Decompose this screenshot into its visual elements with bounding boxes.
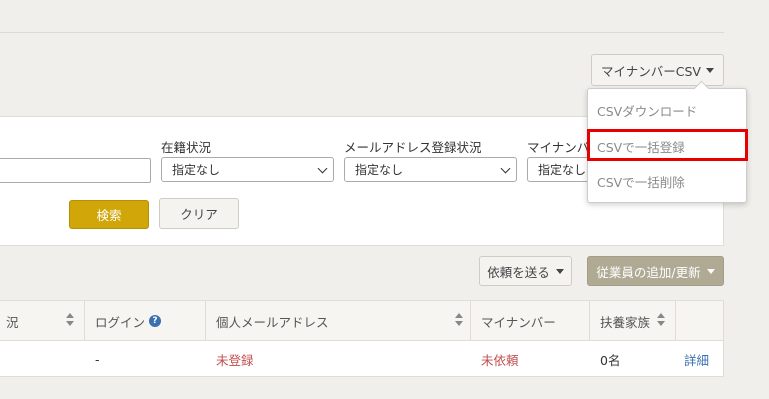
employee-table: 況 ログイン ? 個人メールアドレス マイナンバー 扶養家族 - 未登録 未依頼… bbox=[0, 300, 724, 377]
status-filter-select[interactable]: 指定なし bbox=[161, 157, 334, 182]
cell-login: - bbox=[95, 351, 100, 367]
search-button[interactable]: 検索 bbox=[69, 200, 149, 229]
send-request-button[interactable]: 依頼を送る bbox=[479, 256, 572, 286]
caret-down-icon bbox=[706, 268, 715, 274]
keyword-input[interactable] bbox=[0, 158, 151, 183]
status-filter-label: 在籍状況 bbox=[161, 140, 212, 155]
header-status[interactable]: 況 bbox=[6, 301, 19, 341]
email-status-filter-select[interactable]: 指定なし bbox=[344, 157, 517, 182]
help-icon[interactable]: ? bbox=[149, 315, 162, 327]
header-mynumber: マイナンバー bbox=[481, 314, 556, 330]
menu-item-csv-bulk-delete[interactable]: CSVで一括削除 bbox=[597, 172, 685, 191]
mynumber-csv-label: マイナンバーCSV bbox=[601, 63, 701, 79]
top-divider bbox=[0, 32, 724, 33]
cell-email-status: 未登録 bbox=[216, 352, 254, 368]
caret-down-icon bbox=[555, 268, 564, 274]
highlight-box bbox=[587, 129, 748, 161]
sort-icon[interactable] bbox=[455, 313, 463, 327]
email-status-filter-label: メールアドレス登録状況 bbox=[344, 140, 482, 155]
add-update-employee-button[interactable]: 従業員の追加/更新 bbox=[587, 256, 724, 286]
cell-mynumber-status: 未依頼 bbox=[481, 352, 519, 368]
clear-button[interactable]: クリア bbox=[159, 198, 239, 229]
header-personal-email[interactable]: 個人メールアドレス bbox=[216, 301, 329, 341]
mynumber-csv-dropdown-button[interactable]: マイナンバーCSV bbox=[591, 54, 724, 86]
detail-link[interactable]: 詳細 bbox=[684, 341, 709, 377]
mynumber-filter-label: マイナンバ bbox=[527, 140, 590, 155]
table-header: 況 ログイン ? 個人メールアドレス マイナンバー 扶養家族 bbox=[0, 301, 723, 341]
cell-dependents: 0名 bbox=[600, 352, 621, 368]
sort-icon[interactable] bbox=[657, 313, 665, 327]
sort-icon[interactable] bbox=[66, 313, 74, 327]
header-login[interactable]: ログイン ? bbox=[95, 301, 162, 341]
select-arrow-icon bbox=[500, 163, 511, 174]
header-dependents[interactable]: 扶養家族 bbox=[600, 301, 650, 341]
caret-down-icon bbox=[705, 67, 714, 73]
select-arrow-icon bbox=[317, 163, 328, 174]
menu-item-csv-download[interactable]: CSVダウンロード bbox=[597, 101, 697, 120]
